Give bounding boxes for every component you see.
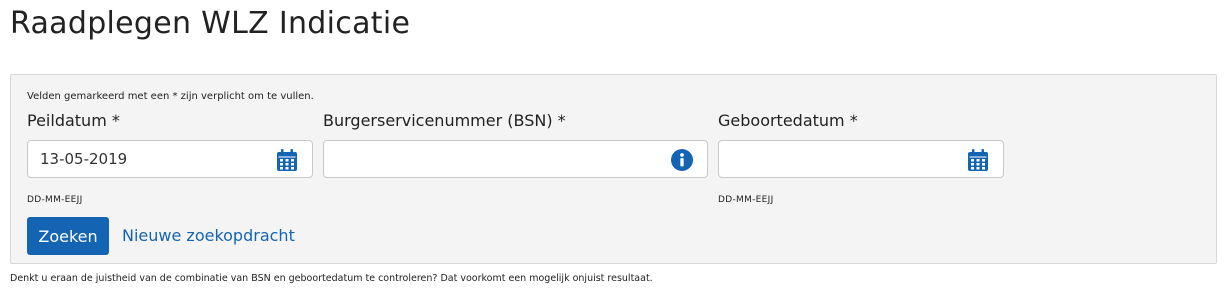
verification-note: Denkt u eraan de juistheid van de combin… — [10, 273, 653, 284]
geboortedatum-input[interactable] — [719, 141, 1003, 177]
search-form-panel: Velden gemarkeerd met een * zijn verplic… — [10, 74, 1217, 264]
peildatum-format-hint: DD-MM-EEJJ — [27, 195, 83, 205]
geboortedatum-field-wrapper — [718, 140, 1004, 178]
info-icon[interactable] — [671, 149, 693, 171]
peildatum-input[interactable] — [28, 141, 312, 177]
page-title: Raadplegen WLZ Indicatie — [10, 6, 411, 41]
new-search-link[interactable]: Nieuwe zoekopdracht — [122, 226, 295, 245]
bsn-input[interactable] — [324, 141, 707, 177]
bsn-label: Burgerservicenummer (BSN) * — [323, 111, 566, 130]
bsn-field-wrapper — [323, 140, 708, 178]
calendar-icon[interactable] — [967, 149, 989, 171]
calendar-icon[interactable] — [276, 149, 298, 171]
peildatum-label: Peildatum * — [27, 111, 120, 130]
required-fields-note: Velden gemarkeerd met een * zijn verplic… — [27, 91, 314, 102]
geboortedatum-label: Geboortedatum * — [718, 111, 858, 130]
search-button[interactable]: Zoeken — [27, 217, 109, 255]
geboortedatum-format-hint: DD-MM-EEJJ — [718, 195, 774, 205]
peildatum-field-wrapper — [27, 140, 313, 178]
